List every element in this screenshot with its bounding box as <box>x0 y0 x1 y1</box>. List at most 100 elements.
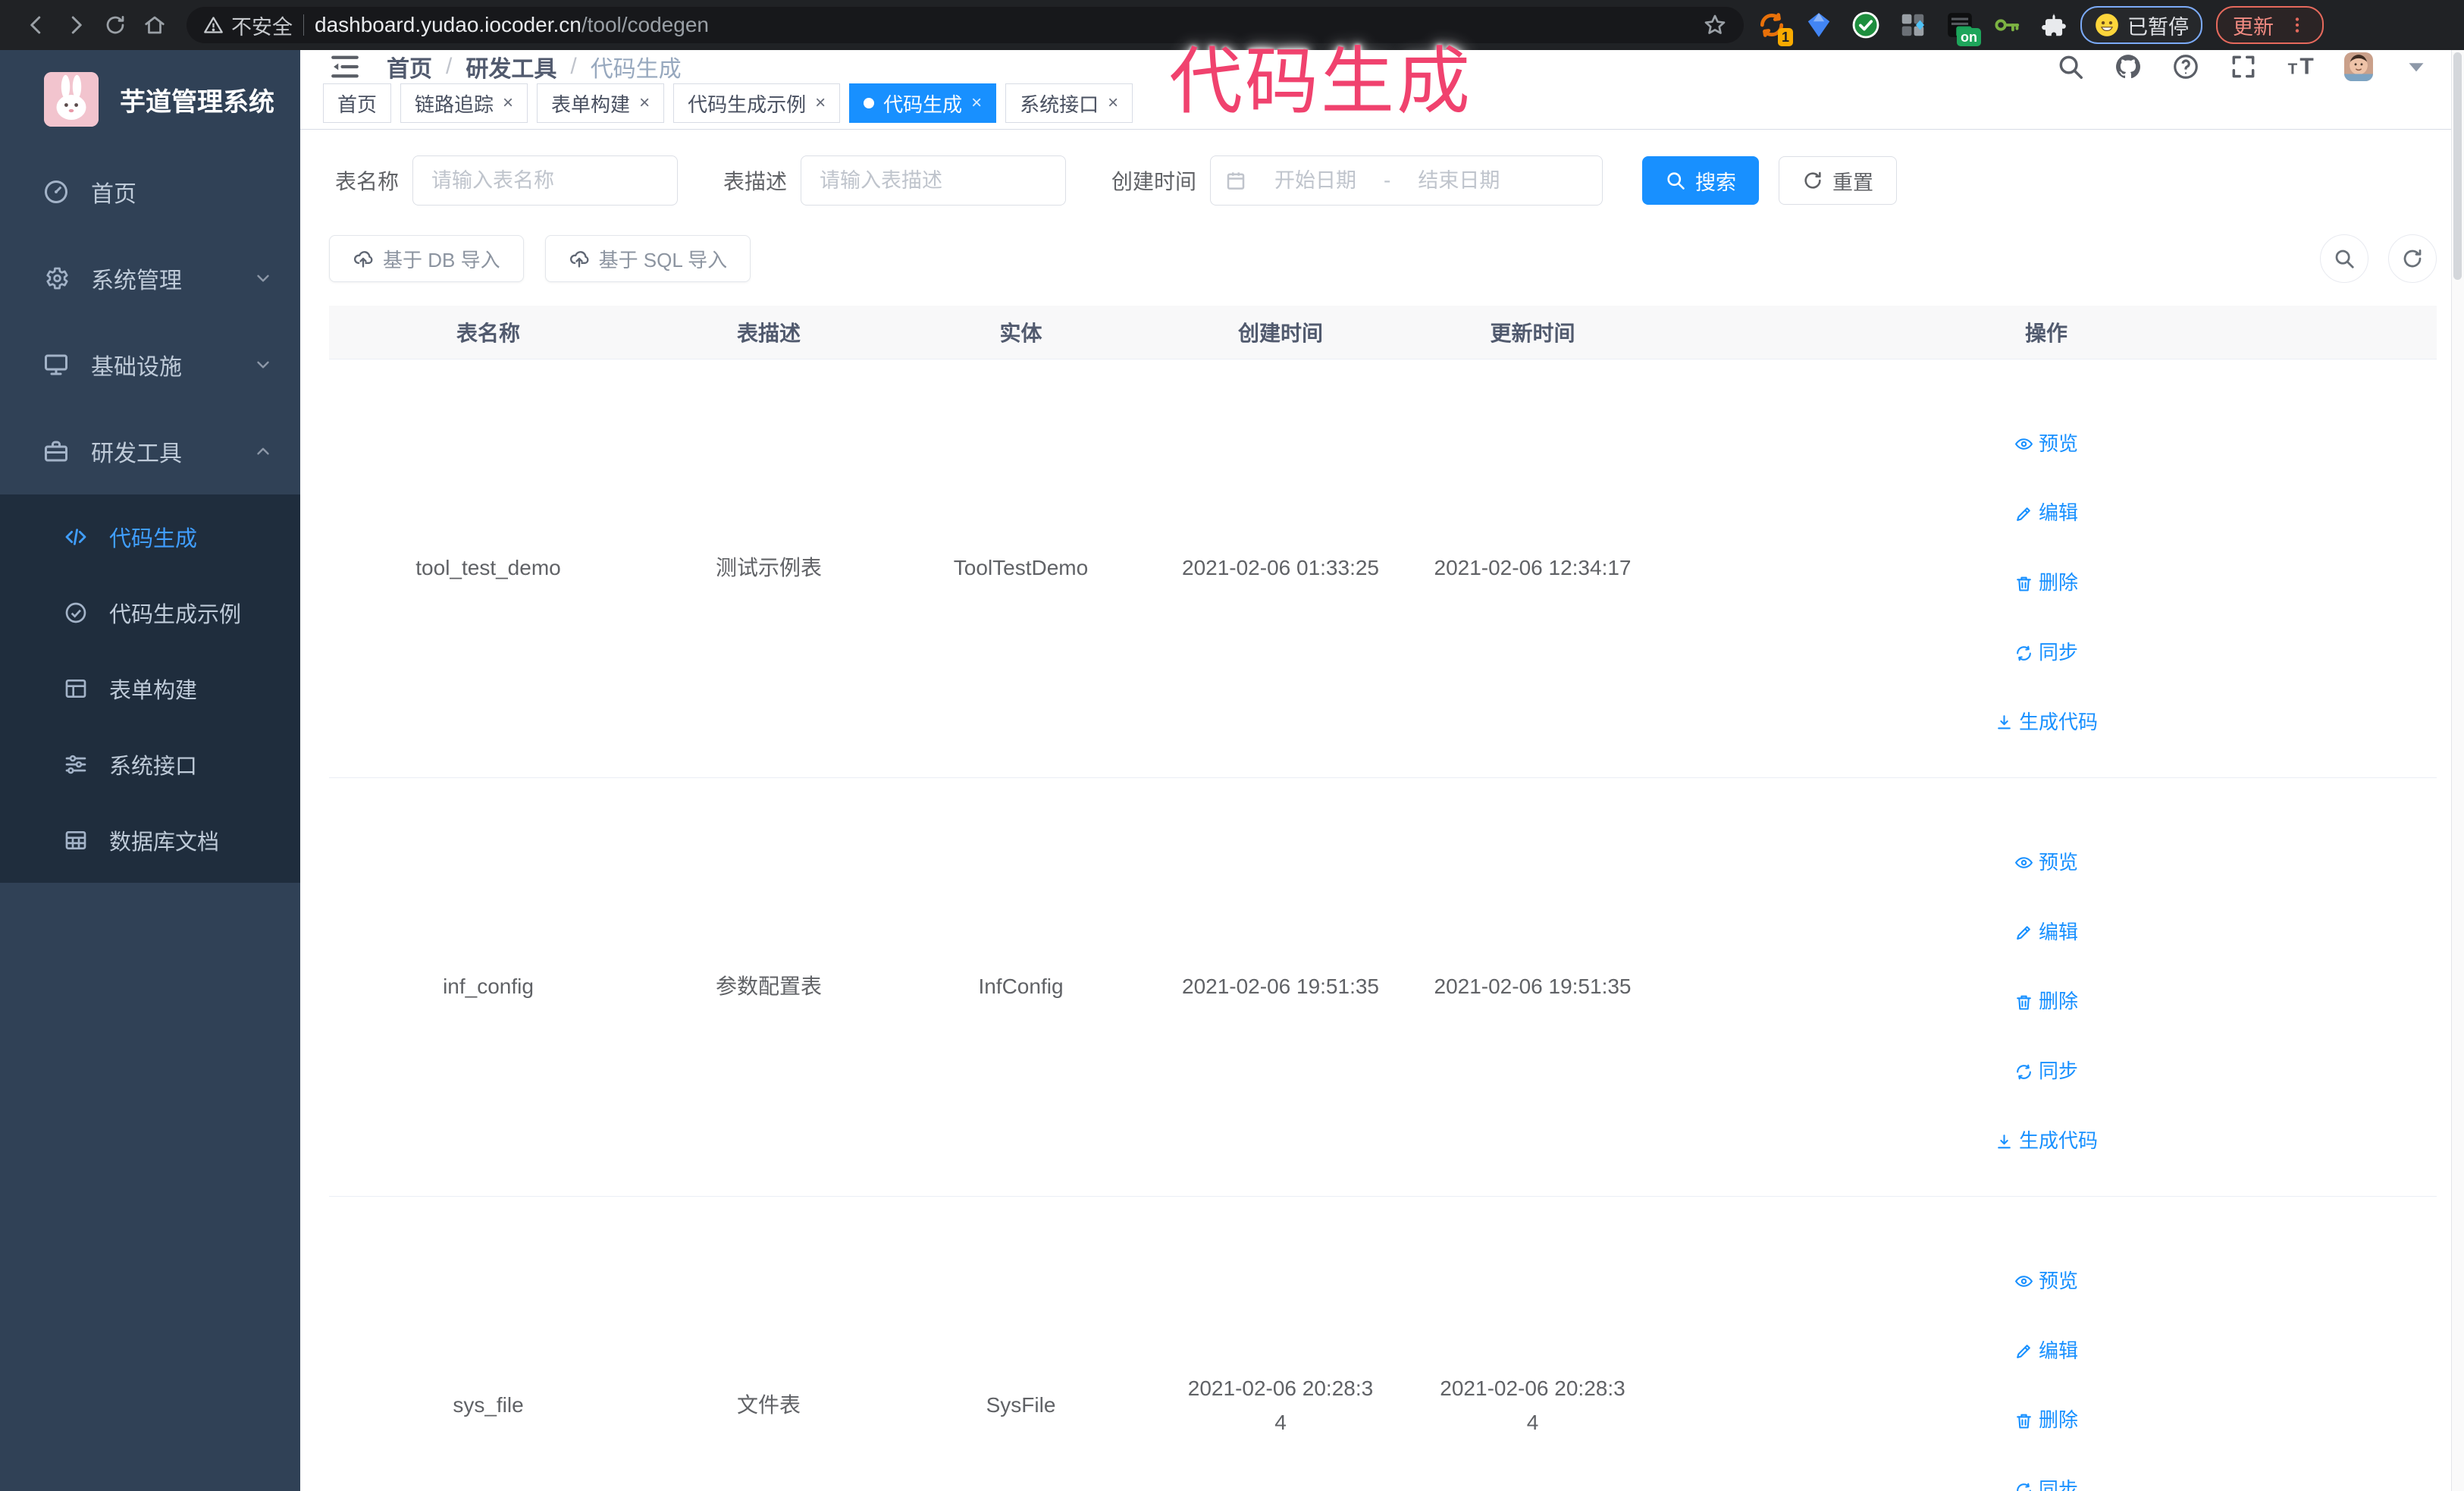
import-db-button[interactable]: 基于 DB 导入 <box>329 235 524 282</box>
view-tab[interactable]: 链路追踪 × <box>400 83 528 123</box>
row-action-link[interactable]: 预览 <box>2014 428 2078 460</box>
row-action-link[interactable]: 预览 <box>2014 847 2078 879</box>
bookmark-star-icon[interactable] <box>1703 13 1727 37</box>
extension-button[interactable] <box>1850 9 1882 41</box>
reset-button[interactable]: 重置 <box>1779 156 1898 205</box>
help-icon[interactable] <box>2171 52 2200 81</box>
sidebar-submenu-item[interactable]: 系统接口 <box>0 727 300 802</box>
show-search-button[interactable] <box>2320 234 2368 283</box>
security-warning[interactable]: 不安全 <box>203 11 293 40</box>
filter-form: 表名称 表描述 创建时间 - 搜索 <box>329 155 2437 206</box>
extension-button[interactable]: 1 <box>1756 9 1793 46</box>
calendar-icon <box>1224 169 1247 192</box>
tab-close-icon[interactable]: × <box>815 94 826 112</box>
date-range-picker[interactable]: - <box>1210 155 1603 206</box>
table-header-row: 表名称 表描述 实体 创建时间 更新时间 操作 <box>329 306 2437 359</box>
row-action-link[interactable]: 删除 <box>2014 986 2078 1018</box>
sidebar-submenu: 代码生成 代码生成示例 表单构建 系统接口 数据库文档 <box>0 494 300 883</box>
security-label: 不安全 <box>231 15 293 39</box>
scrollbar-thumb[interactable] <box>2453 52 2462 280</box>
submenu-label: 代码生成示例 <box>109 603 242 627</box>
paused-label: 已暂停 <box>2127 15 2189 39</box>
browser-nav-button[interactable] <box>17 5 56 45</box>
svg-text:T: T <box>2299 55 2314 80</box>
active-dot <box>864 98 875 108</box>
view-tab[interactable]: 表单构建 × <box>537 83 665 123</box>
pen-icon <box>2014 923 2033 942</box>
extension-button[interactable] <box>1897 9 1929 41</box>
app-logo[interactable]: 芋道管理系统 <box>0 50 300 149</box>
avatar-caret-icon[interactable] <box>2402 52 2431 81</box>
extension-button[interactable] <box>2038 9 2070 41</box>
row-action-link[interactable]: 预览 <box>2014 1266 2078 1298</box>
start-date-input[interactable] <box>1253 168 1378 193</box>
user-avatar[interactable] <box>2344 52 2373 81</box>
row-action-link[interactable]: 生成代码 <box>1995 1125 2098 1157</box>
font-size-icon[interactable]: TT <box>2287 52 2315 81</box>
browser-menu-icon[interactable] <box>2287 15 2307 35</box>
row-action-link[interactable]: 编辑 <box>2014 498 2078 529</box>
table-name-input[interactable] <box>412 155 679 206</box>
import-sql-button[interactable]: 基于 SQL 导入 <box>544 235 751 282</box>
row-action-link[interactable]: 同步 <box>2014 637 2078 669</box>
url-domain: dashboard.yudao.iocoder.cn <box>315 13 582 36</box>
cell-create-time: 2021-02-06 20:28:3 4 <box>1152 1196 1409 1491</box>
codegen-table: 表名称 表描述 实体 创建时间 更新时间 操作 tool_test_demo 测… <box>329 306 2437 1491</box>
view-tab[interactable]: 首页 <box>323 83 392 123</box>
row-action-link[interactable]: 编辑 <box>2014 917 2078 949</box>
sidebar-submenu-item[interactable]: 代码生成示例 <box>0 575 300 651</box>
end-date-input[interactable] <box>1397 168 1522 193</box>
browser-nav-button[interactable] <box>56 5 96 45</box>
browser-update-button[interactable]: 更新 <box>2216 6 2324 44</box>
row-action-link[interactable]: 生成代码 <box>1995 707 2098 739</box>
row-action-link[interactable]: 同步 <box>2014 1474 2078 1491</box>
table-desc-input[interactable] <box>801 155 1067 206</box>
sidebar-menu-item[interactable]: 首页 <box>0 149 300 235</box>
refresh-list-button[interactable] <box>2388 234 2437 283</box>
refresh-icon <box>2401 247 2424 270</box>
sidebar-menu-item[interactable]: 研发工具 <box>0 408 300 494</box>
sidebar-submenu-item[interactable]: 数据库文档 <box>0 802 300 878</box>
extension-button[interactable]: on on <box>1944 9 1981 46</box>
sidebar-toggle-icon[interactable] <box>329 51 361 83</box>
breadcrumb-item[interactable]: 首页 <box>387 50 432 83</box>
extension-button[interactable] <box>1991 9 2023 41</box>
fullscreen-icon[interactable] <box>2229 52 2258 81</box>
extensions-area: 1 on on <box>1756 9 2070 46</box>
trash-icon <box>2014 1411 2033 1430</box>
sidebar-submenu-item[interactable]: 代码生成 <box>0 499 300 575</box>
tab-close-icon[interactable]: × <box>503 94 513 112</box>
address-bar[interactable]: 不安全 dashboard.yudao.iocoder.cn/tool/code… <box>187 7 1744 43</box>
profile-paused-chip[interactable]: 已暂停 <box>2080 6 2202 44</box>
browser-nav-button[interactable] <box>96 5 135 45</box>
row-action-link[interactable]: 删除 <box>2014 567 2078 599</box>
tab-label: 代码生成示例 <box>688 93 807 116</box>
github-icon[interactable] <box>2114 52 2143 81</box>
extension-button[interactable] <box>1803 9 1835 41</box>
breadcrumb-item[interactable]: 代码生成 <box>591 50 682 83</box>
tab-close-icon[interactable]: × <box>1108 94 1118 112</box>
upload-icon <box>353 248 374 269</box>
breadcrumb-item[interactable]: 研发工具 <box>466 50 556 83</box>
row-action-link[interactable]: 删除 <box>2014 1405 2078 1436</box>
browser-nav-button[interactable] <box>135 5 174 45</box>
search-button[interactable]: 搜索 <box>1642 156 1760 205</box>
gem-icon <box>1804 11 1833 39</box>
view-tab[interactable]: 系统接口 × <box>1005 83 1133 123</box>
tab-close-icon[interactable]: × <box>971 94 982 112</box>
sidebar-submenu-item[interactable]: 表单构建 <box>0 651 300 727</box>
sidebar-menu-item[interactable]: 基础设施 <box>0 322 300 408</box>
svg-text:T: T <box>2288 61 2298 78</box>
tab-close-icon[interactable]: × <box>639 94 650 112</box>
row-action-link[interactable]: 编辑 <box>2014 1336 2078 1367</box>
menu-label: 基础设施 <box>91 355 182 380</box>
row-action-link[interactable]: 同步 <box>2014 1056 2078 1088</box>
view-tab[interactable]: 代码生成 × <box>849 83 997 123</box>
page-scrollbar[interactable] <box>2451 50 2464 1491</box>
trash-icon <box>2014 993 2033 1012</box>
view-tab[interactable]: 代码生成示例 × <box>673 83 841 123</box>
sidebar-menu-item[interactable]: 系统管理 <box>0 235 300 322</box>
breadcrumb: 首页 / 研发工具 / 代码生成 <box>387 50 682 83</box>
cell-table-desc: 参数配置表 <box>647 777 890 1198</box>
search-icon[interactable] <box>2056 52 2085 81</box>
